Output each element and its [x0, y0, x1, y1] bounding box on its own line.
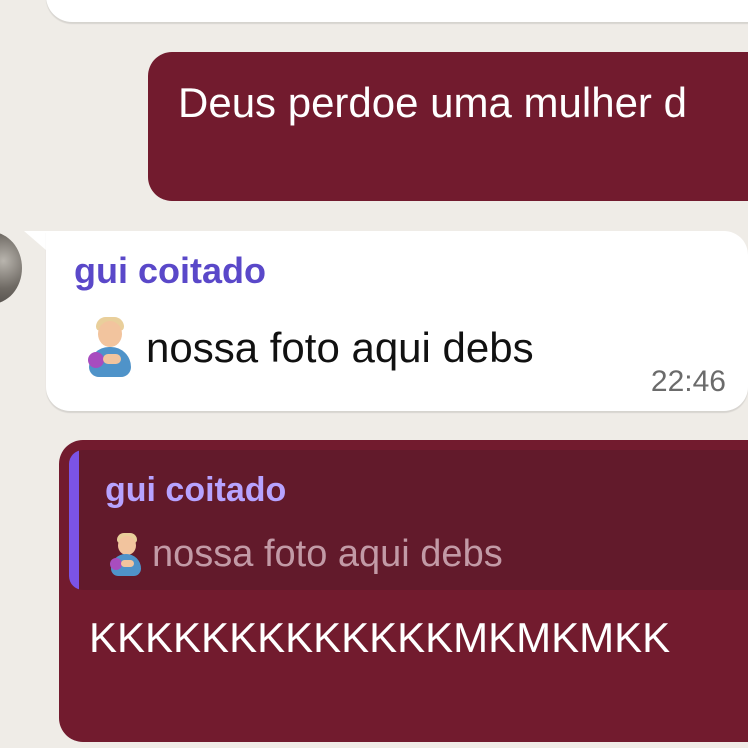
avatar[interactable] — [0, 232, 22, 304]
message-text: Deus perdoe uma mulher d — [178, 79, 687, 126]
message-text: KKKKKKKKKKKKKMKMKMKK — [89, 614, 671, 661]
incoming-message-bubble[interactable]: gui coitado nossa foto aqui debs 22:46 — [46, 231, 748, 411]
sender-name[interactable]: gui coitado — [74, 251, 266, 291]
quoted-message-content: nossa foto aqui debs — [105, 532, 503, 578]
outgoing-message-bubble[interactable]: Deus perdoe uma mulher d — [148, 52, 748, 201]
outgoing-reply-message-bubble[interactable]: gui coitado nossa foto aqui debs KKKKKKK… — [59, 440, 748, 742]
chat-thread: 2 Deus perdoe uma mulher d gui coitado n… — [0, 0, 748, 748]
person-feeding-baby-icon — [105, 532, 149, 578]
quoted-message-preview[interactable]: gui coitado nossa foto aqui debs — [69, 450, 748, 590]
message-text: nossa foto aqui debs — [146, 323, 534, 371]
quoted-sender-name: gui coitado — [105, 471, 287, 509]
person-feeding-baby-icon — [80, 317, 140, 379]
quote-accent-bar — [69, 450, 79, 590]
incoming-message-bubble-partial[interactable]: 2 — [46, 0, 748, 22]
quoted-message-text: nossa foto aqui debs — [152, 533, 503, 576]
message-time: 22:46 — [650, 365, 726, 398]
message-content: nossa foto aqui debs — [80, 317, 534, 379]
